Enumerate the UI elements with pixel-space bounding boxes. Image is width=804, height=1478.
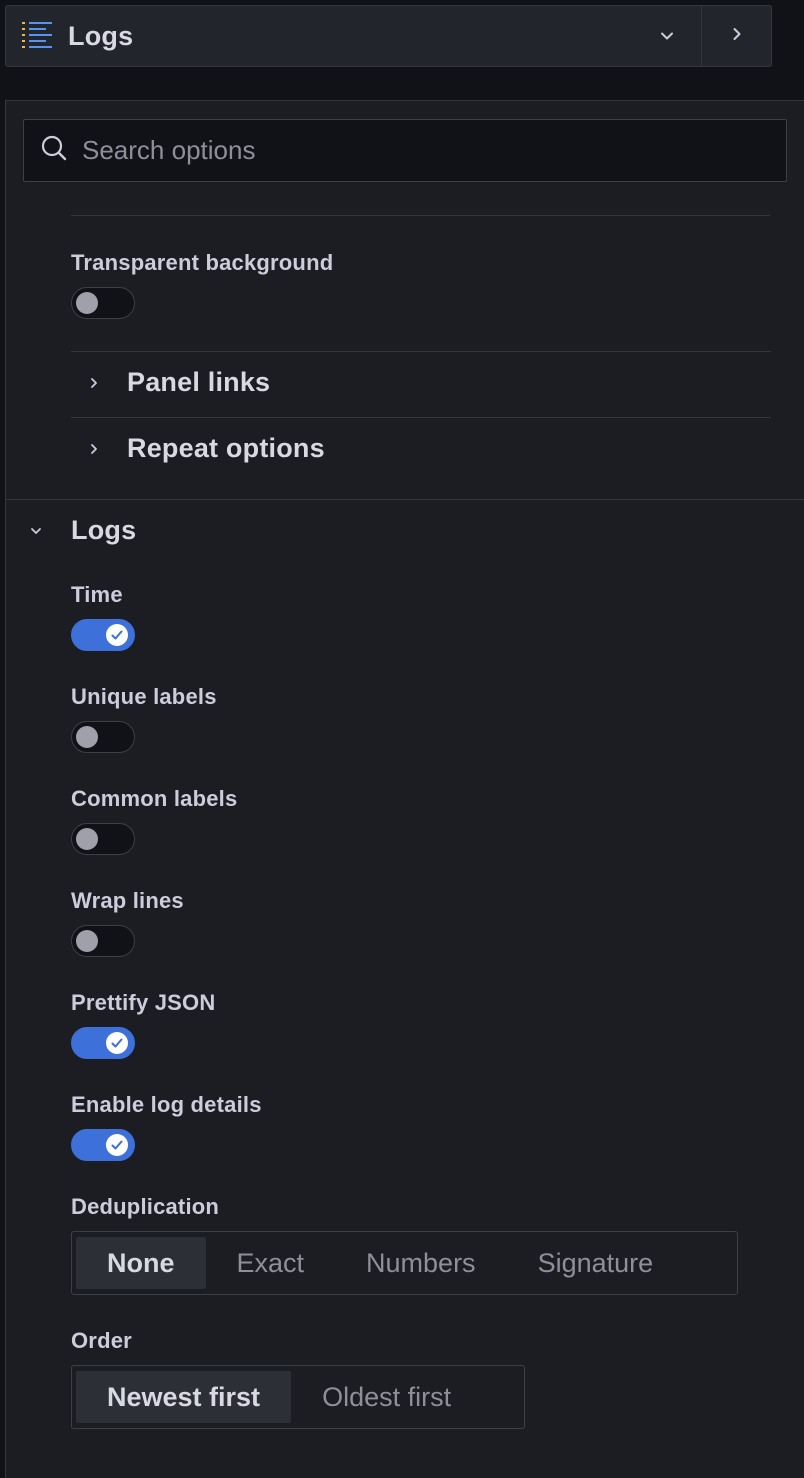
dedup-option-none[interactable]: None [76,1237,206,1289]
wrap-lines-switch[interactable] [71,925,135,957]
panel-links-label: Panel links [127,367,271,397]
switch-knob [106,624,128,646]
wrap-lines-label: Wrap lines [71,888,184,913]
divider [71,215,770,216]
chevron-down-icon [26,521,46,541]
chevron-right-icon [729,26,745,47]
common-labels-label: Common labels [71,786,238,811]
time-switch[interactable] [71,619,135,651]
order-option-newest-first[interactable]: Newest first [76,1371,292,1423]
prettify-json-switch[interactable] [71,1027,135,1059]
divider [71,417,771,418]
search-options-field[interactable] [23,119,787,182]
visualization-picker: Logs [5,5,772,67]
order-radio-group: Newest first Oldest first [71,1365,525,1429]
prettify-json-label: Prettify JSON [71,990,216,1015]
check-icon [111,1140,123,1150]
switch-knob [76,292,98,314]
repeat-options-label: Repeat options [127,433,325,463]
switch-knob [76,828,98,850]
chevron-right-icon [84,373,104,393]
logs-section-title: Logs [71,515,137,545]
panel-links-section-toggle[interactable]: Panel links [84,367,270,398]
dedup-option-exact[interactable]: Exact [206,1237,336,1289]
switch-knob [76,930,98,952]
unique-labels-label: Unique labels [71,684,217,709]
transparent-background-label: Transparent background [71,250,334,275]
deduplication-label: Deduplication [71,1194,220,1219]
divider [71,351,771,352]
switch-knob [76,726,98,748]
expand-visualization-button[interactable] [701,6,771,66]
search-input[interactable] [80,134,786,167]
check-icon [111,630,123,640]
dedup-option-signature[interactable]: Signature [507,1237,685,1289]
common-labels-switch[interactable] [71,823,135,855]
chevron-down-icon[interactable] [657,26,677,46]
dedup-option-numbers[interactable]: Numbers [335,1237,507,1289]
search-icon [40,134,68,167]
options-pane: Transparent background Panel links Repea… [5,100,804,1478]
divider [6,499,804,500]
logs-section-toggle[interactable]: Logs [26,515,136,546]
enable-log-details-label: Enable log details [71,1092,262,1117]
transparent-background-switch[interactable] [71,287,135,319]
check-icon [111,1038,123,1048]
visualization-picker-button[interactable]: Logs [6,6,701,66]
logs-list-icon [20,19,54,54]
visualization-title: Logs [68,20,134,51]
repeat-options-section-toggle[interactable]: Repeat options [84,433,325,464]
switch-knob [106,1134,128,1156]
order-option-oldest-first[interactable]: Oldest first [291,1371,482,1423]
deduplication-radio-group: None Exact Numbers Signature [71,1231,738,1295]
order-label: Order [71,1328,132,1353]
unique-labels-switch[interactable] [71,721,135,753]
time-label: Time [71,582,123,607]
switch-knob [106,1032,128,1054]
enable-log-details-switch[interactable] [71,1129,135,1161]
chevron-right-icon [84,439,104,459]
